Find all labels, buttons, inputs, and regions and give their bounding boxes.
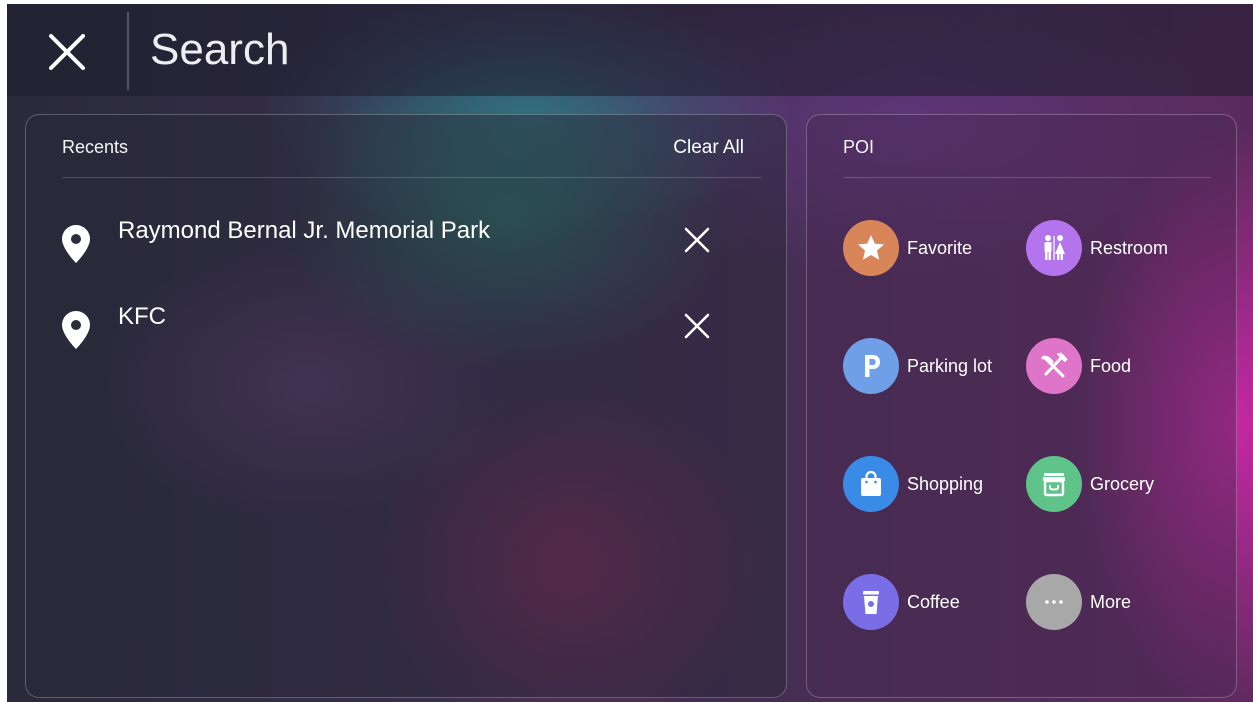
poi-grocery[interactable]: Grocery xyxy=(1026,456,1206,512)
poi-label: Grocery xyxy=(1090,474,1155,494)
restroom-icon xyxy=(1044,235,1065,260)
poi-label: Parking lot xyxy=(907,356,993,376)
poi-divider xyxy=(843,177,1211,178)
more-icon xyxy=(1045,600,1063,604)
recents-title: Recents xyxy=(62,137,129,157)
poi-label: Food xyxy=(1090,356,1132,376)
remove-recent-button[interactable] xyxy=(680,223,714,257)
poi-coffee-circle xyxy=(843,574,899,630)
location-pin-icon xyxy=(62,225,90,263)
poi-label: Coffee xyxy=(907,592,960,612)
close-icon xyxy=(49,34,85,70)
recent-item-label: Raymond Bernal Jr. Memorial Park xyxy=(118,217,491,244)
poi-parking-lot[interactable]: Parking lot xyxy=(843,338,1023,394)
coffee-cup-icon xyxy=(863,591,879,614)
search-screen: Recents Clear All Raymond Bernal Jr. Mem… xyxy=(7,4,1253,702)
recent-item[interactable]: KFC xyxy=(62,303,742,359)
header-divider xyxy=(127,12,129,90)
poi-restroom-circle xyxy=(1026,220,1082,276)
star-icon xyxy=(858,235,884,260)
shopping-bag-icon xyxy=(861,470,881,496)
poi-food[interactable]: Food xyxy=(1026,338,1206,394)
recent-item-label: KFC xyxy=(118,303,166,330)
poi-panel: POI Favorite Restroom Parking lot Food S… xyxy=(806,114,1237,698)
poi-label: Restroom xyxy=(1090,238,1169,258)
recents-panel: Recents Clear All Raymond Bernal Jr. Mem… xyxy=(25,114,787,698)
poi-label: Favorite xyxy=(907,238,973,258)
poi-label: More xyxy=(1090,592,1132,612)
clear-all-button[interactable]: Clear All xyxy=(673,137,744,159)
location-pin-icon xyxy=(62,311,90,349)
recent-item[interactable]: Raymond Bernal Jr. Memorial Park xyxy=(62,217,742,273)
poi-shopping-circle xyxy=(843,456,899,512)
recents-divider xyxy=(62,177,762,178)
close-search-button[interactable] xyxy=(37,22,97,82)
search-input[interactable] xyxy=(150,22,750,78)
poi-more[interactable]: More xyxy=(1026,574,1206,630)
poi-food-circle xyxy=(1026,338,1082,394)
close-icon xyxy=(684,227,710,253)
remove-recent-button[interactable] xyxy=(680,309,714,343)
poi-parking-circle xyxy=(843,338,899,394)
search-header xyxy=(7,4,1253,96)
poi-coffee[interactable]: Coffee xyxy=(843,574,1023,630)
poi-shopping[interactable]: Shopping xyxy=(843,456,1023,512)
poi-favorite-circle xyxy=(843,220,899,276)
poi-more-circle xyxy=(1026,574,1082,630)
store-icon xyxy=(1043,473,1065,497)
poi-label: Shopping xyxy=(907,474,984,494)
close-icon xyxy=(684,313,710,339)
poi-grocery-circle xyxy=(1026,456,1082,512)
poi-favorite[interactable]: Favorite xyxy=(843,220,1023,276)
poi-title: POI xyxy=(843,137,875,157)
parking-icon xyxy=(865,355,880,377)
poi-restroom[interactable]: Restroom xyxy=(1026,220,1206,276)
fork-knife-icon xyxy=(1041,352,1068,378)
